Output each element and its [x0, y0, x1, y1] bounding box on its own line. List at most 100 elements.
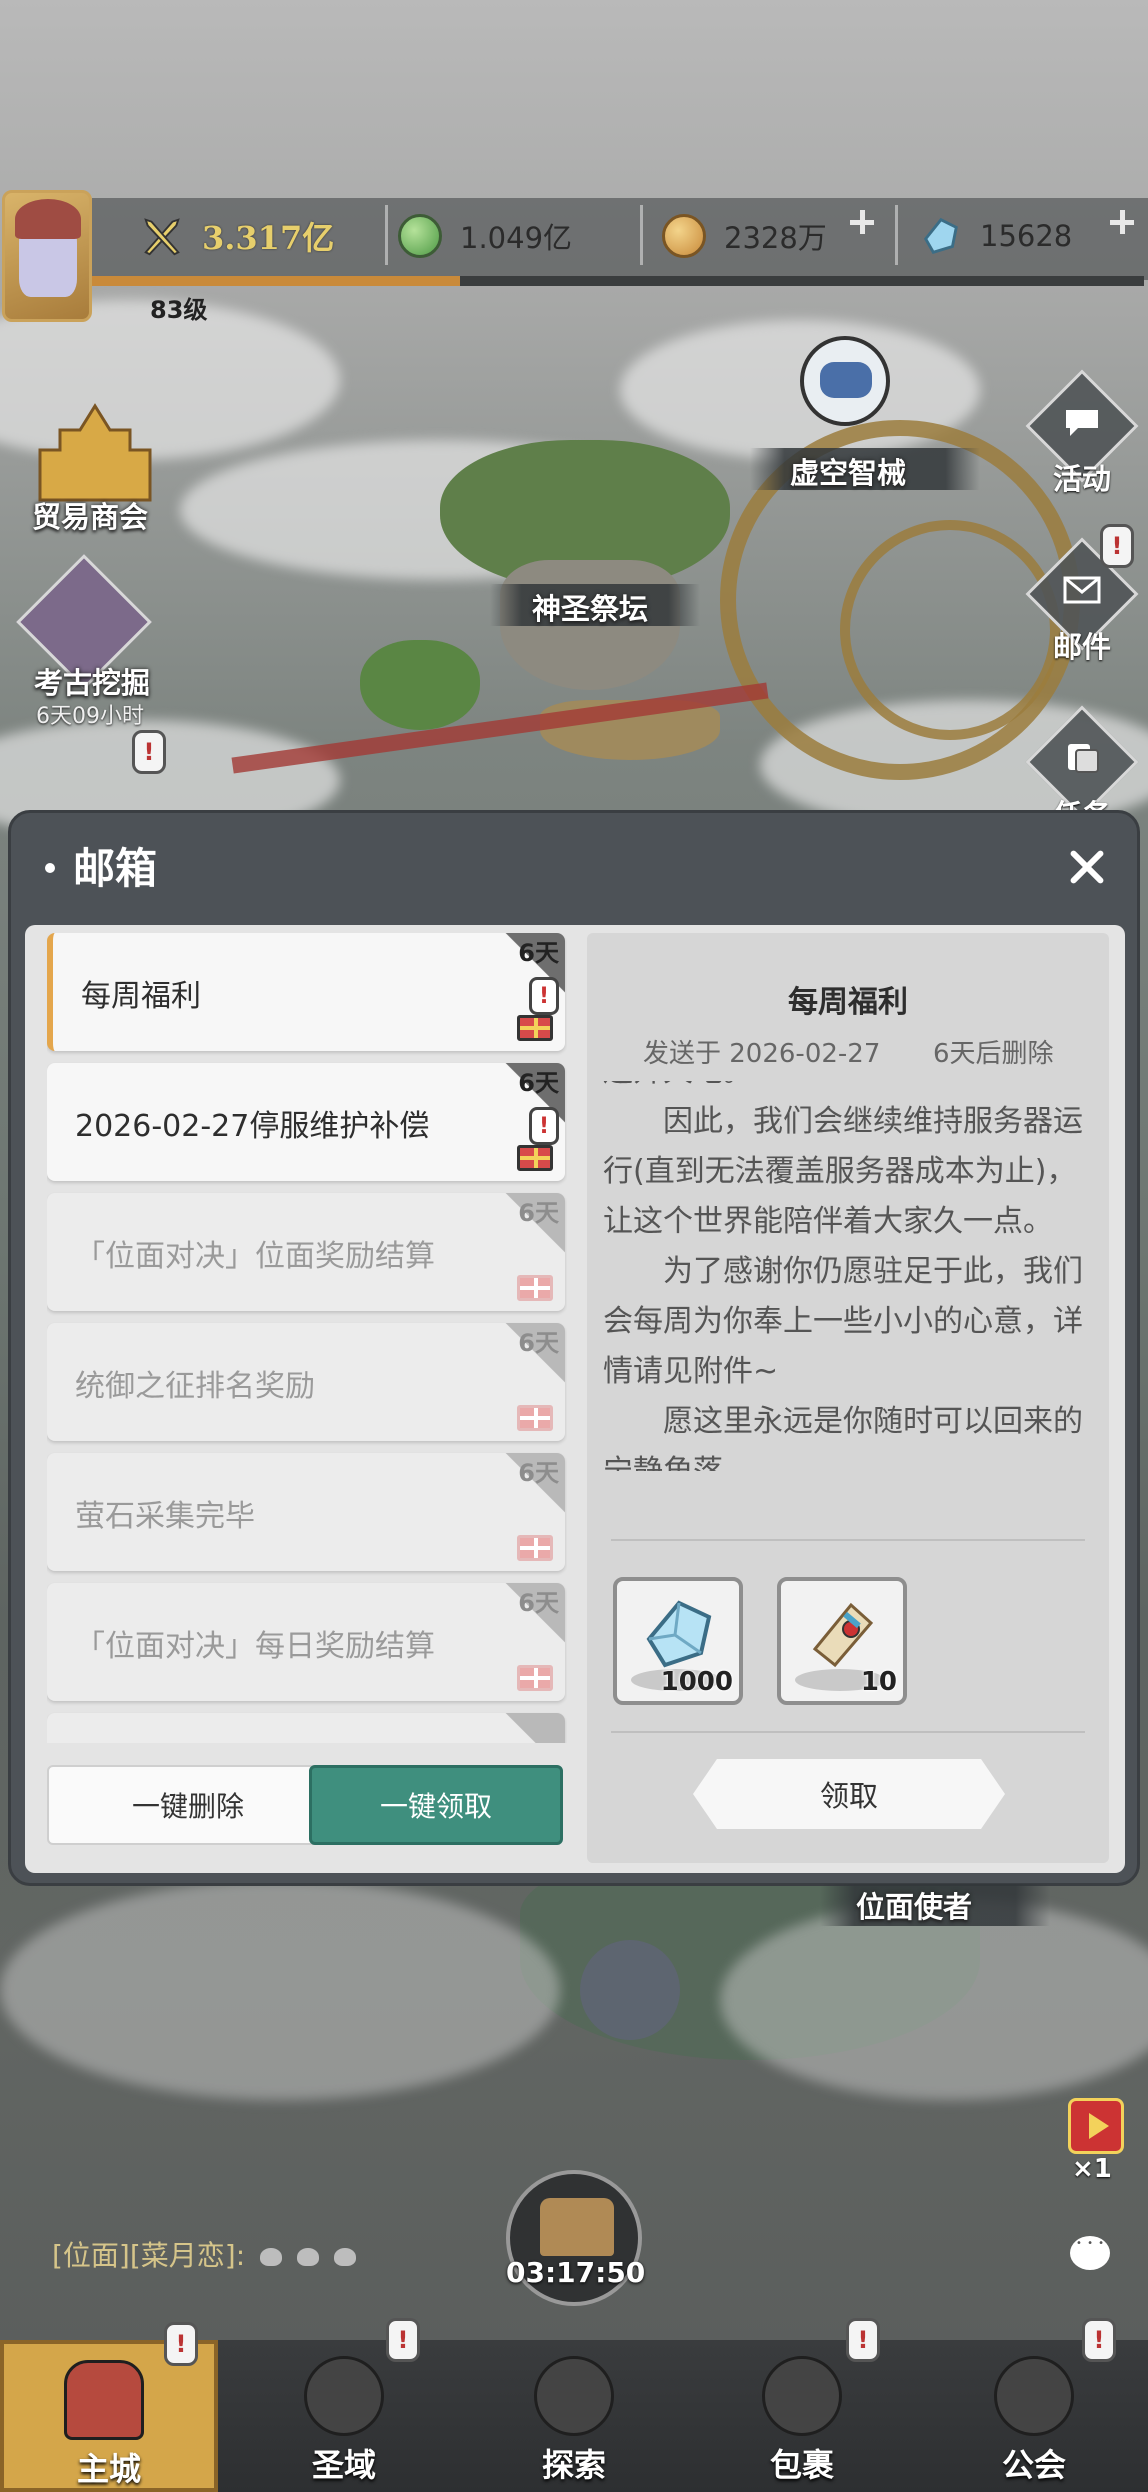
- trade-guild-label[interactable]: 贸易商会: [32, 494, 148, 536]
- mail-item-title: 「位面对决」每日奖励结算: [75, 1629, 435, 1664]
- emote-icon: [333, 2248, 356, 2266]
- green-orb-resource: 1.049亿: [398, 207, 572, 265]
- void-mech-label[interactable]: 虚空智械: [790, 450, 906, 492]
- mail-label: 邮件: [1052, 630, 1111, 664]
- activity-icon: [1066, 410, 1098, 436]
- chat-preview[interactable]: [位面][菜月恋]:: [52, 2234, 356, 2274]
- mail-item-title: 萤石采集完毕: [75, 1499, 255, 1534]
- alert-icon: !: [1082, 2318, 1116, 2362]
- activity-label: 活动: [1052, 462, 1111, 496]
- alert-icon: !: [529, 1107, 559, 1145]
- gold-coin-icon: [662, 214, 706, 258]
- mail-item-plane-duel-plane-reward[interactable]: 「位面对决」位面奖励结算 6天: [47, 1193, 565, 1311]
- alert-icon: !: [846, 2318, 880, 2362]
- activity-button[interactable]: 活动: [1025, 369, 1139, 498]
- mail-item-plane-duel-daily-reward[interactable]: 「位面对决」每日奖励结算 6天: [47, 1583, 565, 1701]
- play-icon: [1068, 2098, 1124, 2154]
- mail-expiry: 6天后删除: [933, 1039, 1054, 1069]
- nav-guild[interactable]: 公会 !: [934, 2318, 1134, 2492]
- experience-bar: [92, 276, 1144, 286]
- alert-icon: !: [529, 977, 559, 1015]
- plane-envoy-label[interactable]: 位面使者: [856, 1884, 972, 1926]
- scroll-icon: [812, 1602, 874, 1668]
- mail-item-maintenance-compensation[interactable]: 2026-02-27停服维护补偿 6天 !: [47, 1063, 565, 1181]
- crystal-icon: [923, 217, 958, 254]
- mail-item-title: 每周福利: [81, 979, 201, 1014]
- mail-body-cut-line: 送开天地。: [603, 1081, 1103, 1097]
- mail-button[interactable]: 邮件 !: [1025, 524, 1139, 666]
- swords-icon: [144, 218, 180, 256]
- crystal-value: 15628: [980, 219, 1073, 253]
- mailbox-title: 邮箱: [73, 844, 158, 893]
- title-bullet: [45, 863, 55, 873]
- reward-count: 10: [860, 1667, 897, 1697]
- player-avatar[interactable]: [2, 190, 92, 322]
- archaeology-label[interactable]: 考古挖掘: [34, 660, 150, 702]
- holy-altar-label[interactable]: 神圣祭坛: [532, 586, 648, 628]
- mail-item-title: 统御之征排名奖励: [75, 1369, 315, 1404]
- mail-item-days: 6天: [518, 939, 559, 967]
- mail-list[interactable]: 每周福利 6天 ! 2026-02-27停服维护补偿 6天 ! 「位面对决」位面…: [47, 933, 567, 1743]
- guild-helmet-icon: [994, 2356, 1074, 2436]
- idle-reward-timer: 03:17:50: [506, 2256, 646, 2289]
- mail-item-title: 2026-02-27停服维护补偿: [75, 1109, 430, 1144]
- mail-item-fluorite-collected[interactable]: 萤石采集完毕 6天: [47, 1453, 565, 1571]
- nav-main-city[interactable]: 主城 !: [0, 2322, 218, 2492]
- mail-body-paragraph: 因此，我们会继续维持服务器运行(直到无法覆盖服务器成本为止)，让这个世界能陪伴着…: [603, 1104, 1083, 1239]
- emote-icon: [260, 2248, 283, 2266]
- chat-bubble-icon[interactable]: [1070, 2236, 1110, 2270]
- gift-icon: [517, 1665, 553, 1691]
- archaeology-timer: 6天09小时: [36, 704, 144, 729]
- mail-alert-icon: !: [1100, 524, 1134, 568]
- alert-icon: !: [386, 2318, 420, 2362]
- envelope-icon: [1063, 576, 1101, 604]
- mail-body-paragraph: 愿这里永远是你随时可以回来的宁静角落。。: [603, 1404, 1083, 1471]
- mail-sent-date: 发送于 2026-02-27: [643, 1039, 881, 1069]
- mail-item-ranking-reward[interactable]: 统御之征排名奖励 6天: [47, 1323, 565, 1441]
- nav-holy-domain[interactable]: 圣域 !: [244, 2318, 444, 2492]
- delete-all-button[interactable]: 一键删除: [47, 1765, 329, 1845]
- vortex-icon: [304, 2356, 384, 2436]
- crystal-icon: [646, 1600, 712, 1668]
- crystal-resource: 15628: [918, 207, 1072, 265]
- mailbox-dialog: 邮箱 每周福利 6天 ! 2026-02-27停服维护补偿 6天 ! 「位面对决…: [8, 810, 1140, 1886]
- nav-bag[interactable]: 包裹 !: [702, 2318, 902, 2492]
- mail-item-weekly-benefit[interactable]: 每周福利 6天 !: [47, 933, 565, 1051]
- mailbox-body: 每周福利 6天 ! 2026-02-27停服维护补偿 6天 ! 「位面对决」位面…: [25, 925, 1125, 1873]
- gold-value: 2328万: [724, 221, 827, 255]
- void-mech-robot[interactable]: [800, 336, 890, 426]
- nav-label: 公会: [1001, 2446, 1066, 2484]
- mail-body-text[interactable]: 送开天地。 因此，我们会继续维持服务器运行(直到无法覆盖服务器成本为止)，让这个…: [603, 1081, 1103, 1471]
- claim-button[interactable]: 领取: [693, 1759, 1005, 1829]
- add-gold-button[interactable]: [838, 202, 886, 250]
- divider: [611, 1539, 1085, 1541]
- reward-item-scroll[interactable]: 10: [777, 1577, 907, 1705]
- gift-icon: [517, 1535, 553, 1561]
- add-crystal-button[interactable]: [1098, 202, 1146, 250]
- nav-label: 探索: [541, 2446, 606, 2484]
- experience-fill: [92, 276, 461, 286]
- castle-icon: [64, 2360, 144, 2440]
- gift-icon: [517, 1275, 553, 1301]
- reward-item-crystal[interactable]: 1000: [613, 1577, 743, 1705]
- sword-stone-icon: [534, 2356, 614, 2436]
- green-orb-value: 1.049亿: [460, 221, 573, 255]
- combat-power: 3.317亿: [140, 207, 334, 265]
- mailbox-header: 邮箱: [11, 813, 1137, 923]
- nav-label: 主城: [76, 2450, 141, 2488]
- gift-icon: [517, 1405, 553, 1431]
- claim-all-button[interactable]: 一键领取: [309, 1765, 563, 1845]
- nav-explore[interactable]: 探索: [474, 2340, 674, 2492]
- alert-icon: !: [164, 2322, 198, 2366]
- mail-item-partial[interactable]: [47, 1713, 565, 1743]
- gift-icon: [517, 1015, 553, 1041]
- mail-item-days: 6天: [518, 1589, 559, 1617]
- close-icon[interactable]: [1067, 847, 1107, 887]
- bottom-navigation: 主城 ! 圣域 ! 探索 包裹 ! 公会 !: [0, 2318, 1148, 2492]
- emote-icon: [296, 2248, 319, 2266]
- bag-icon: [762, 2356, 842, 2436]
- video-reward-button[interactable]: ×1: [1060, 2094, 1132, 2184]
- combat-power-value: 3.317亿: [202, 219, 335, 257]
- mail-item-days: 6天: [518, 1069, 559, 1097]
- mail-body-paragraph: 为了感谢你仍愿驻足于此，我们会每周为你奉上一些小小的心意，详情请见附件~: [603, 1254, 1083, 1389]
